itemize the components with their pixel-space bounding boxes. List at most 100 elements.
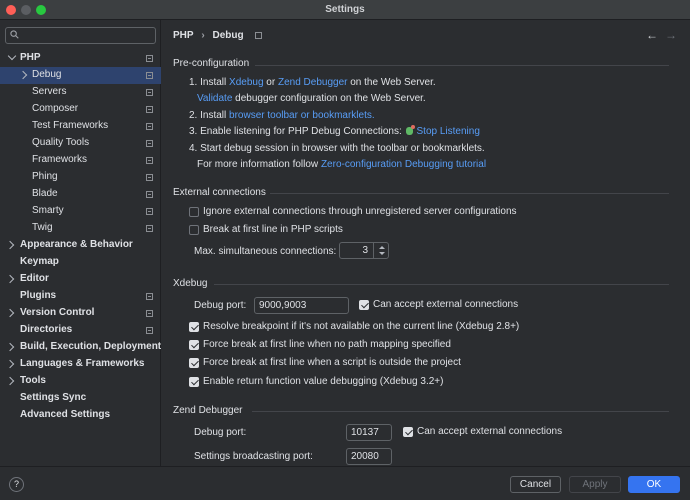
project-settings-icon <box>255 31 263 39</box>
sidebar-item-editor[interactable]: Editor <box>0 271 161 288</box>
project-settings-icon <box>146 72 153 79</box>
chevron-right-icon[interactable] <box>18 70 28 80</box>
sidebar-item-label: Appearance & Behavior <box>20 239 133 250</box>
return-value-debugging-checkbox[interactable] <box>189 377 199 387</box>
zend-debugger-link[interactable]: Zend Debugger <box>278 77 348 88</box>
title-bar: Settings <box>0 0 690 20</box>
sidebar-item-label: Servers <box>32 86 67 97</box>
sidebar-item-directories[interactable]: Directories <box>0 322 161 339</box>
project-settings-icon <box>146 123 153 130</box>
sidebar-item-label: Frameworks <box>32 154 88 165</box>
browser-toolbar-link[interactable]: browser toolbar or bookmarklets. <box>229 110 375 121</box>
sidebar-item-settings-sync[interactable]: Settings Sync <box>0 390 161 407</box>
max-connections-spinner[interactable]: 3 <box>339 242 389 259</box>
debug-listen-icon <box>405 125 415 135</box>
spinner-up-icon[interactable] <box>379 246 385 249</box>
chevron-right-icon[interactable] <box>5 359 15 369</box>
xdebug-link[interactable]: Xdebug <box>229 77 263 88</box>
section-divider <box>270 193 669 194</box>
sidebar-item-label: Quality Tools <box>32 137 90 148</box>
sidebar-item-tools[interactable]: Tools <box>0 373 161 390</box>
sidebar-item-label: Smarty <box>32 205 64 216</box>
resolve-breakpoint-checkbox[interactable] <box>189 322 199 332</box>
project-settings-icon <box>146 55 153 62</box>
ignore-external-connections-checkbox[interactable] <box>189 207 199 217</box>
sidebar-item-version-control[interactable]: Version Control <box>0 305 161 322</box>
breadcrumb-parent[interactable]: PHP <box>173 30 194 41</box>
sidebar-item-php[interactable]: PHP <box>0 50 161 67</box>
sidebar-item-debug[interactable]: Debug <box>0 67 161 84</box>
zend-accept-external-checkbox[interactable] <box>403 427 413 437</box>
sidebar-item-frameworks[interactable]: Frameworks <box>0 152 161 169</box>
search-input[interactable] <box>22 29 152 42</box>
sidebar-item-label: Tools <box>20 375 46 386</box>
settings-search[interactable] <box>5 27 156 44</box>
break-first-line-php-checkbox[interactable] <box>189 225 199 235</box>
chevron-right-icon[interactable] <box>5 274 15 284</box>
settings-content: PHP › Debug ← → Pre-configuration 1. Ins… <box>162 20 690 466</box>
sidebar-item-twig[interactable]: Twig <box>0 220 161 237</box>
section-divider <box>252 411 669 412</box>
apply-button[interactable]: Apply <box>569 476 621 493</box>
step-1-text-b: on the Web Server. <box>347 77 436 88</box>
sidebar-item-label: Build, Execution, Deployment <box>20 341 162 352</box>
chevron-right-icon[interactable] <box>5 342 15 352</box>
broadcasting-port-field[interactable]: 20080 <box>346 448 392 465</box>
sidebar-item-test-frameworks[interactable]: Test Frameworks <box>0 118 161 135</box>
step-3: 3. Enable listening for PHP Debug Connec… <box>189 125 480 137</box>
xdebug-port-field[interactable]: 9000,9003 <box>254 297 349 314</box>
forward-arrow-icon[interactable]: → <box>665 28 677 42</box>
sidebar-item-label: Keymap <box>20 256 59 267</box>
sidebar-item-keymap[interactable]: Keymap <box>0 254 161 271</box>
project-settings-icon <box>146 293 153 300</box>
breadcrumb-current: Debug <box>212 30 244 41</box>
sidebar-item-label: Editor <box>20 273 49 284</box>
sidebar-item-build-execution-deployment[interactable]: Build, Execution, Deployment <box>0 339 161 356</box>
force-break-outside-project-label: Force break at first line when a script … <box>203 357 461 368</box>
sidebar-item-composer[interactable]: Composer <box>0 101 161 118</box>
dialog-footer: ? Cancel Apply OK <box>0 466 690 500</box>
chevron-right-icon[interactable] <box>5 308 15 318</box>
ok-button[interactable]: OK <box>628 476 680 493</box>
zend-port-field[interactable]: 10137 <box>346 424 392 441</box>
cancel-button[interactable]: Cancel <box>510 476 561 493</box>
spinner-down-icon[interactable] <box>379 252 385 255</box>
chevron-right-icon[interactable] <box>5 240 15 250</box>
sidebar-item-label: PHP <box>20 52 41 63</box>
sidebar-item-advanced-settings[interactable]: Advanced Settings <box>0 407 161 424</box>
project-settings-icon <box>146 89 153 96</box>
sidebar-item-languages-frameworks[interactable]: Languages & Frameworks <box>0 356 161 373</box>
sidebar-item-servers[interactable]: Servers <box>0 84 161 101</box>
ignore-external-connections-label: Ignore external connections through unre… <box>203 206 517 217</box>
stop-listening-link[interactable]: Stop Listening <box>417 126 480 137</box>
sidebar-item-label: Settings Sync <box>20 392 87 403</box>
chevron-right-icon[interactable] <box>5 376 15 386</box>
help-button[interactable]: ? <box>9 477 24 492</box>
force-break-no-mapping-checkbox[interactable] <box>189 340 199 350</box>
breadcrumb-separator: › <box>201 30 205 41</box>
force-break-outside-project-checkbox[interactable] <box>189 358 199 368</box>
spinner-buttons[interactable] <box>373 243 388 258</box>
sidebar-item-label: Blade <box>32 188 58 199</box>
sidebar-item-plugins[interactable]: Plugins <box>0 288 161 305</box>
tutorial-link[interactable]: Zero-configuration Debugging tutorial <box>321 159 486 170</box>
sidebar-item-label: Version Control <box>20 307 95 318</box>
sidebar-item-blade[interactable]: Blade <box>0 186 161 203</box>
back-arrow-icon[interactable]: ← <box>646 28 658 42</box>
xdebug-accept-external-checkbox[interactable] <box>359 300 369 310</box>
force-break-no-mapping-label: Force break at first line when no path m… <box>203 339 451 350</box>
sidebar-item-appearance-behavior[interactable]: Appearance & Behavior <box>0 237 161 254</box>
section-title-external-connections: External connections <box>173 187 266 198</box>
broadcasting-port-label: Settings broadcasting port: <box>194 451 313 462</box>
sidebar-item-label: Advanced Settings <box>20 409 111 420</box>
sidebar-item-quality-tools[interactable]: Quality Tools <box>0 135 161 152</box>
chevron-down-icon[interactable] <box>7 51 17 61</box>
max-connections-value: 3 <box>362 245 368 256</box>
xdebug-accept-external-label: Can accept external connections <box>373 299 519 310</box>
sidebar-item-phing[interactable]: Phing <box>0 169 161 186</box>
section-divider <box>255 65 669 66</box>
project-settings-icon <box>146 157 153 164</box>
sidebar-item-smarty[interactable]: Smarty <box>0 203 161 220</box>
step-1-text-or: or <box>263 77 278 88</box>
validate-link[interactable]: Validate <box>197 93 232 104</box>
